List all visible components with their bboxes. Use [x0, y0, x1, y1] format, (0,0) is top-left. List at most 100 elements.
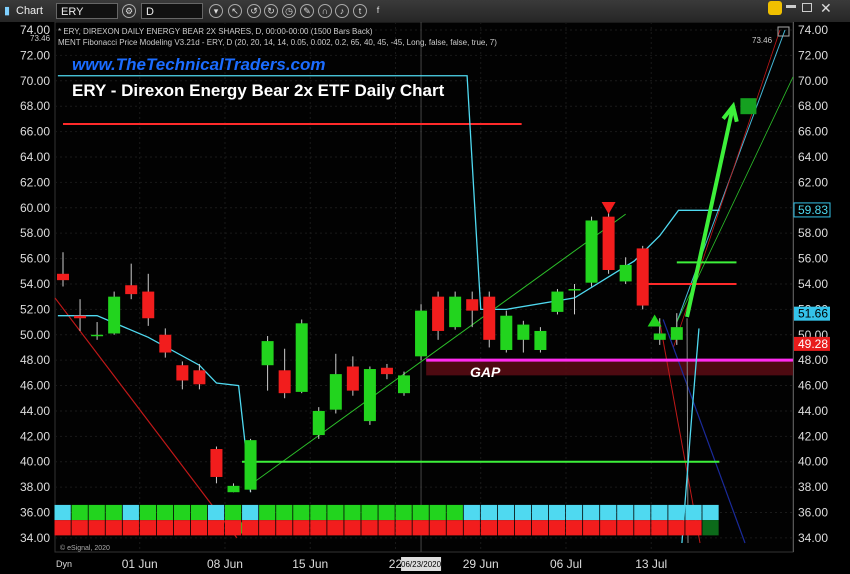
signal-strip-top-cell — [276, 504, 293, 521]
signal-strip-bottom-cell — [463, 520, 480, 536]
signal-strip-bottom-cell — [361, 520, 378, 536]
undo-icon[interactable]: ↺ — [247, 4, 261, 18]
y-tick-label-right: 62.00 — [798, 175, 828, 189]
signal-strip-bottom-cell — [497, 520, 515, 536]
signal-strip-top-cell — [139, 504, 156, 521]
signal-strip-bottom-cell — [685, 520, 702, 536]
y-tick-label-left: 50.00 — [20, 328, 50, 342]
signal-strip-top-cell — [88, 504, 105, 521]
signal-strip-top-cell — [548, 504, 566, 521]
y-tick-label-right: 48.00 — [798, 353, 828, 367]
signal-strip-top-cell — [378, 504, 395, 521]
signal-strip-top-cell — [361, 504, 378, 521]
signal-strip-top-cell — [293, 504, 310, 521]
signal-strip-top-cell — [617, 504, 634, 521]
y-tick-label-right: 44.00 — [798, 404, 828, 418]
signal-strip-bottom-cell — [531, 520, 549, 536]
y-tick-label-right: 36.00 — [798, 506, 828, 520]
price-chart[interactable]: 34.00 34.00 36.00 36.00 38.00 38.00 40.00 40.00… — [0, 22, 850, 574]
signal-strip-bottom-cell — [548, 520, 566, 536]
symbol-description: * ERY, DIREXON DAILY ENERGY BEAR 2X SHAR… — [58, 27, 373, 36]
candle-body — [142, 291, 155, 319]
signal-strip-top-cell — [310, 504, 327, 521]
y-tick-label-left: 72.00 — [20, 48, 50, 62]
y-tick-label-left: 62.00 — [20, 175, 50, 189]
bell-icon[interactable]: ♪ — [335, 4, 349, 18]
y-tick-label-right: 68.00 — [798, 99, 828, 113]
y-tick-label-left: 66.00 — [20, 125, 50, 139]
y-tick-label-left: 54.00 — [20, 277, 50, 291]
alert-badge-icon[interactable] — [768, 1, 782, 15]
candle-body — [466, 299, 479, 311]
price-label: 49.28 — [798, 337, 828, 351]
target-box — [740, 98, 757, 115]
y-tick-label-right: 38.00 — [798, 480, 828, 494]
x-tick-label: 29 Jun — [463, 557, 499, 571]
candle-body — [619, 264, 632, 282]
signal-strip-top-cell — [497, 504, 515, 521]
signal-strip-bottom-cell — [583, 520, 600, 536]
signal-strip-top-cell — [259, 504, 276, 521]
y-tick-label-left: 46.00 — [20, 379, 50, 393]
cursor-icon[interactable]: ↖ — [228, 4, 242, 18]
price-label: 51.66 — [798, 307, 828, 321]
minimize-icon[interactable] — [786, 5, 796, 8]
candle-body — [568, 289, 581, 291]
dyn-label: Dyn — [56, 559, 72, 569]
y-tick-label-right: 54.00 — [798, 277, 828, 291]
candle-body — [551, 291, 564, 312]
maximize-icon[interactable] — [802, 3, 812, 12]
signal-strip-bottom-cell — [327, 520, 344, 536]
y-tick-label-right: 70.00 — [798, 74, 828, 88]
candle-body — [295, 323, 308, 392]
candle-body — [176, 365, 189, 381]
candle-body — [244, 440, 257, 490]
signal-strip-bottom-cell — [480, 520, 497, 536]
candle-body — [91, 334, 104, 337]
symbol-input[interactable]: ERY — [56, 3, 118, 19]
signal-strip-bottom-cell — [395, 520, 412, 536]
candle-body — [74, 315, 87, 319]
twitter-icon[interactable]: t — [353, 4, 367, 18]
candle-body — [449, 296, 462, 328]
signal-strip-top-cell — [412, 504, 429, 521]
signal-strip-top-cell — [395, 504, 412, 521]
y-tick-label-left: 56.00 — [20, 252, 50, 266]
y-tick-label-right: 74.00 — [798, 23, 828, 37]
chevron-down-icon[interactable]: ▾ — [209, 4, 223, 18]
signal-strip-top-cell — [463, 504, 480, 521]
y-tick-label-left: 52.00 — [20, 302, 50, 316]
candle-body — [432, 296, 445, 331]
candle-body — [636, 248, 649, 306]
signal-strip-bottom-cell — [225, 520, 242, 536]
x-tick-label: 06 Jul — [550, 557, 582, 571]
signal-strip-bottom-cell — [429, 520, 446, 536]
signal-strip-bottom-cell — [259, 520, 276, 536]
x-tick-label: 01 Jun — [122, 557, 158, 571]
signal-strip-top-cell — [71, 504, 88, 521]
y-tick-label-right: 40.00 — [798, 455, 828, 469]
candle-body — [108, 296, 121, 334]
y-tick-label-left: 58.00 — [20, 226, 50, 240]
signal-strip-bottom-cell — [173, 520, 191, 536]
signal-strip-bottom-cell — [88, 520, 105, 536]
gap-label: GAP — [470, 364, 501, 380]
facebook-icon[interactable]: f — [371, 4, 385, 18]
signal-strip-top-cell — [173, 504, 191, 521]
signal-strip-top-cell — [105, 504, 122, 521]
cursor-date-label: 06/23/2020 — [401, 560, 442, 569]
signal-strip-bottom-cell — [276, 520, 293, 536]
top-right-value: 73.46 — [752, 36, 773, 45]
y-tick-label-left: 44.00 — [20, 404, 50, 418]
y-tick-label-left: 68.00 — [20, 99, 50, 113]
magnet-icon[interactable]: ∩ — [318, 4, 332, 18]
redo-icon[interactable]: ↻ — [264, 4, 278, 18]
pencil-icon[interactable]: ✎ — [300, 4, 314, 18]
gear-icon[interactable]: ⚙ — [122, 4, 136, 18]
signal-strip-top-cell — [122, 504, 139, 521]
close-icon[interactable]: ✕ — [820, 0, 832, 16]
interval-input[interactable]: D — [141, 3, 203, 19]
signal-strip-top-cell — [668, 504, 685, 521]
clock-icon[interactable]: ◷ — [282, 4, 296, 18]
toolbar: ▮ Chart ERY ⚙ D ▾ ↖ ↺ ↻ ◷ ✎ ∩ ♪ t f ✕ — [0, 0, 850, 23]
